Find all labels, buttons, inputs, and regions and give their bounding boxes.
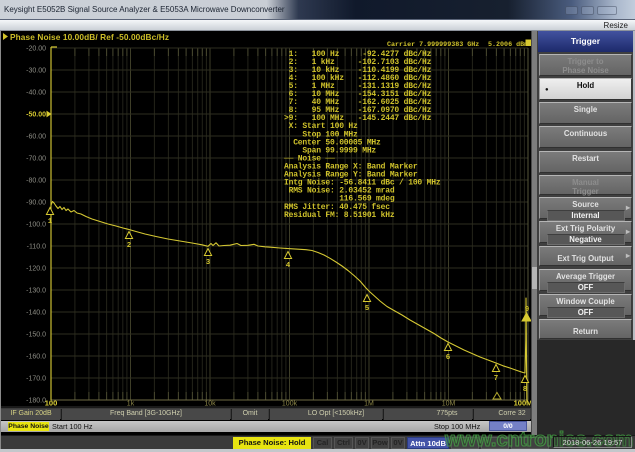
svg-text:8: 8: [523, 386, 528, 394]
svg-text:-50.00: -50.00: [26, 111, 46, 118]
svg-text:-40.00: -40.00: [26, 89, 46, 96]
svg-text:-60.00: -60.00: [26, 133, 46, 140]
svg-text:-90.00: -90.00: [26, 199, 46, 206]
svg-text:-160.0: -160.0: [26, 353, 46, 360]
svg-text:-150.0: -150.0: [26, 331, 46, 338]
svg-text:-140.0: -140.0: [26, 309, 46, 316]
svg-text:Carrier 7.999999383 GHz: Carrier 7.999999383 GHz: [387, 41, 479, 49]
svg-text:100: 100: [45, 399, 58, 407]
svg-text:100M: 100M: [514, 399, 531, 407]
svg-text:3: 3: [206, 259, 211, 267]
svg-text:-170.0: -170.0: [26, 375, 46, 382]
svg-text:Phase Noise 10.00dB/ Ref -50.0: Phase Noise 10.00dB/ Ref -50.00dBc/Hz: [10, 32, 169, 42]
svg-text:-30.00: -30.00: [26, 67, 46, 74]
svg-text:-70.00: -70.00: [26, 155, 46, 162]
svg-text:-130.0: -130.0: [26, 287, 46, 294]
svg-text:-180.0: -180.0: [26, 397, 46, 404]
svg-text:-20.00: -20.00: [26, 45, 46, 52]
svg-text:5.2006 dBm: 5.2006 dBm: [488, 41, 528, 49]
svg-text:6: 6: [446, 354, 451, 362]
svg-text:2: 2: [127, 242, 132, 250]
svg-text:4: 4: [286, 262, 291, 270]
svg-text:-110.0: -110.0: [27, 243, 46, 250]
svg-text:-100.0: -100.0: [26, 221, 46, 228]
svg-text:1: 1: [48, 218, 53, 226]
svg-text:Residual FM: 8.51901 kHz: Residual FM: 8.51901 kHz: [284, 211, 395, 220]
svg-text:9: 9: [525, 306, 530, 314]
svg-text:-80.00: -80.00: [26, 177, 46, 184]
svg-text:7: 7: [494, 375, 499, 383]
svg-text:5: 5: [365, 305, 370, 313]
svg-text:-120.0: -120.0: [26, 265, 46, 272]
